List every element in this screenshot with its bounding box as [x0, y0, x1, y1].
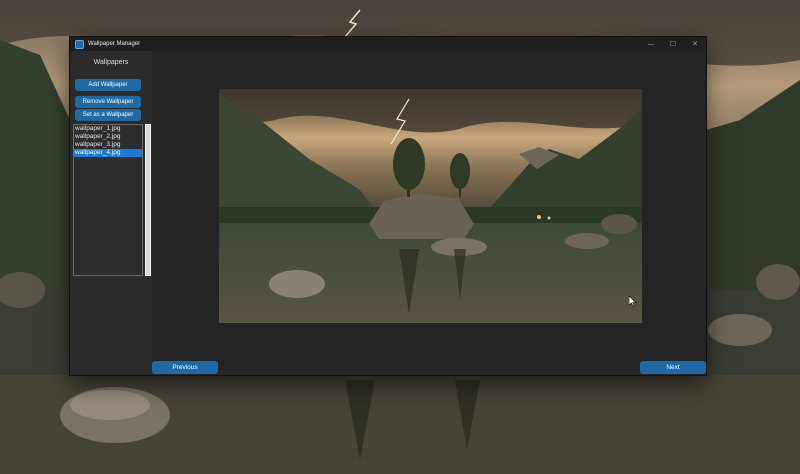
wallpaper-list[interactable]: wallpaper_1.jpg wallpaper_2.jpg wallpape… [73, 124, 143, 276]
scrollbar-thumb[interactable] [146, 125, 150, 275]
close-icon[interactable]: ✕ [684, 37, 706, 51]
remove-wallpaper-button[interactable]: Remove Wallpaper [75, 96, 141, 108]
list-scrollbar[interactable] [145, 124, 151, 276]
wallpaper-preview-image [219, 89, 642, 323]
maximize-icon[interactable]: ☐ [662, 37, 684, 51]
sidebar-title: Wallpapers [93, 59, 129, 66]
minimize-icon[interactable]: — [640, 37, 662, 51]
mouse-pointer-icon [629, 296, 637, 307]
app-window-icon [75, 39, 84, 49]
list-item[interactable]: wallpaper_3.jpg [74, 141, 142, 149]
previous-button[interactable]: Previous [152, 361, 218, 374]
list-item[interactable]: wallpaper_2.jpg [74, 133, 142, 141]
window-controls: — ☐ ✕ [640, 37, 706, 51]
preview-panel: Previous Next [152, 51, 706, 375]
list-item-selected[interactable]: wallpaper_4.jpg [74, 149, 142, 157]
sidebar: Wallpapers Add Wallpaper Remove Wallpape… [70, 51, 152, 375]
next-button[interactable]: Next [640, 361, 706, 374]
title-bar[interactable]: Wallpaper Manager — ☐ ✕ [70, 37, 706, 51]
window-title: Wallpaper Manager [88, 41, 141, 47]
add-wallpaper-button[interactable]: Add Wallpaper [75, 79, 141, 91]
preview-scene [219, 89, 642, 323]
list-item[interactable]: wallpaper_1.jpg [74, 125, 142, 133]
app-window: Wallpaper Manager — ☐ ✕ Wallpapers Add W… [70, 37, 706, 375]
set-as-wallpaper-button[interactable]: Set as a Wallpaper [75, 109, 141, 121]
